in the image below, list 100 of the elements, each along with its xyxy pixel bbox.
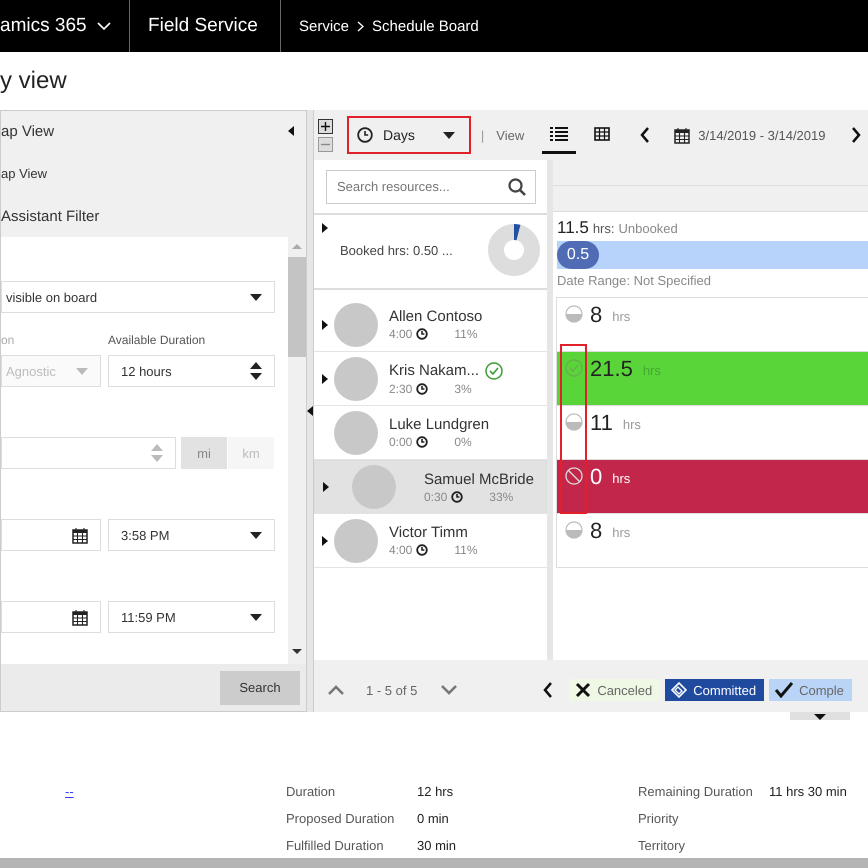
hours-value: 8 xyxy=(590,302,602,328)
calendar-icon[interactable] xyxy=(674,126,690,144)
field-value: 12 hrs xyxy=(417,784,454,799)
search-button[interactable]: Search xyxy=(220,670,300,704)
chevron-up-icon xyxy=(328,685,344,695)
resource-row[interactable]: Samuel McBride 0:30 33% xyxy=(314,460,547,514)
app-name[interactable]: amics 365 xyxy=(0,15,87,37)
field-value: 11 hrs 30 min xyxy=(769,784,848,799)
field-label: Territory xyxy=(638,838,686,853)
expand-icon[interactable] xyxy=(322,320,328,330)
unit-label: hrs xyxy=(612,524,630,542)
clock-icon xyxy=(451,490,464,502)
chevron-left-icon xyxy=(543,682,554,698)
breadcrumb-item[interactable]: Service xyxy=(299,18,350,34)
panel-header: ap View xyxy=(1,122,54,140)
time-select[interactable]: 3:58 PM xyxy=(108,519,275,551)
breadcrumb-item[interactable]: Schedule Board xyxy=(372,18,479,34)
date-field[interactable] xyxy=(1,519,101,551)
caret-down-icon xyxy=(250,532,262,538)
collapse-icon[interactable] xyxy=(288,126,294,136)
caret-down-icon xyxy=(76,368,88,374)
utilization-percent: 11% xyxy=(454,543,478,557)
field-value: 0 min xyxy=(417,811,450,826)
hours-value: 21.5 xyxy=(590,356,633,382)
legend-item: Canceled xyxy=(569,679,660,701)
unbooked-label: Unbooked xyxy=(618,221,678,236)
half-circle-icon xyxy=(565,521,583,539)
clock-icon xyxy=(416,382,428,394)
utilization-percent: 33% xyxy=(489,490,514,504)
chevron-right-icon xyxy=(357,20,364,32)
calendar-icon[interactable] xyxy=(72,608,88,626)
avatar xyxy=(334,410,378,454)
half-circle-icon xyxy=(565,413,583,431)
time-select[interactable]: 11:59 PM xyxy=(108,601,275,633)
chevron-right-icon xyxy=(851,127,862,143)
booked-hours: Booked hrs: 0.50 ... xyxy=(340,243,454,258)
hours-value: 0 xyxy=(590,464,602,490)
resource-row[interactable]: Kris Nakam... 2:30 3% xyxy=(314,352,547,406)
field-label: Remaining Duration xyxy=(638,784,754,799)
scrollbar[interactable] xyxy=(288,237,306,664)
date-field[interactable] xyxy=(1,601,101,633)
duration-field[interactable]: 12 hours xyxy=(108,355,275,387)
time-scale-dropdown[interactable]: Days xyxy=(347,116,471,154)
search-field[interactable]: Search resources... xyxy=(326,170,536,204)
availability-cell[interactable]: 0 hrs xyxy=(557,460,868,514)
unbooked-value: 11.5 xyxy=(557,218,589,238)
unit-label: hrs xyxy=(612,470,630,488)
panel-item[interactable]: ap View xyxy=(1,166,48,181)
field-label: Duration xyxy=(286,784,336,799)
calendar-icon[interactable] xyxy=(72,526,88,544)
avatar xyxy=(334,302,378,346)
check-icon xyxy=(775,682,794,698)
zoom-in-icon[interactable] xyxy=(318,118,333,134)
clock-icon xyxy=(416,544,428,556)
utilization-percent: 3% xyxy=(454,382,472,396)
resource-time: 2:30 xyxy=(389,382,412,396)
field-label: Priority xyxy=(638,811,680,826)
caret-down-icon[interactable] xyxy=(96,22,111,30)
link[interactable]: -- xyxy=(0,784,74,799)
legend-item: Committed xyxy=(665,679,764,701)
resource-name: Kris Nakam... xyxy=(389,362,480,379)
resource-row[interactable]: Allen Contoso 4:00 11% xyxy=(314,298,547,352)
chevron-left-icon xyxy=(640,127,650,143)
utilization-percent: 0% xyxy=(454,435,472,449)
grid-icon xyxy=(594,126,610,140)
expand-icon[interactable] xyxy=(322,536,328,546)
field-value: 30 min xyxy=(417,838,458,853)
field-label: Fulfilled Duration xyxy=(286,838,385,853)
separator: | xyxy=(480,128,484,142)
check-circle-icon xyxy=(565,359,583,377)
resource-row[interactable]: Victor Timm 4:00 11% xyxy=(314,514,547,568)
resource-name: Allen Contoso xyxy=(389,308,482,325)
unit-label: hrs: xyxy=(592,221,614,236)
caret-down-icon xyxy=(250,294,262,300)
chevron-down-icon xyxy=(441,685,458,695)
resource-name: Samuel McBride xyxy=(424,470,534,488)
blocked-icon xyxy=(565,467,583,485)
expand-icon[interactable] xyxy=(322,223,328,233)
distance-field[interactable] xyxy=(1,437,176,469)
pager-text: 1 - 5 of 5 xyxy=(366,682,418,698)
module-name[interactable]: Field Service xyxy=(148,15,258,37)
resource-name: Luke Lundgren xyxy=(389,416,490,433)
date-range-label: Date Range: Not Specified xyxy=(557,273,712,288)
clock-icon xyxy=(416,436,428,448)
resource-time: 4:00 xyxy=(389,543,412,557)
booked-pill: 0.5 xyxy=(557,241,599,269)
page-title: y view xyxy=(0,66,68,96)
visibility-select[interactable]: visible on board xyxy=(1,281,275,313)
half-circle-icon xyxy=(565,305,583,323)
view-button[interactable]: View xyxy=(496,128,524,142)
x-icon xyxy=(575,682,592,698)
list-icon xyxy=(550,126,568,140)
expand-icon[interactable] xyxy=(323,482,329,492)
spinner-icon[interactable] xyxy=(250,362,262,380)
search-icon[interactable] xyxy=(508,178,526,196)
resource-time: 0:00 xyxy=(389,435,412,449)
legend-item: Comple xyxy=(769,679,852,701)
caret-down-icon xyxy=(250,614,262,620)
expand-icon[interactable] xyxy=(322,374,328,384)
resource-name: Victor Timm xyxy=(389,524,468,541)
